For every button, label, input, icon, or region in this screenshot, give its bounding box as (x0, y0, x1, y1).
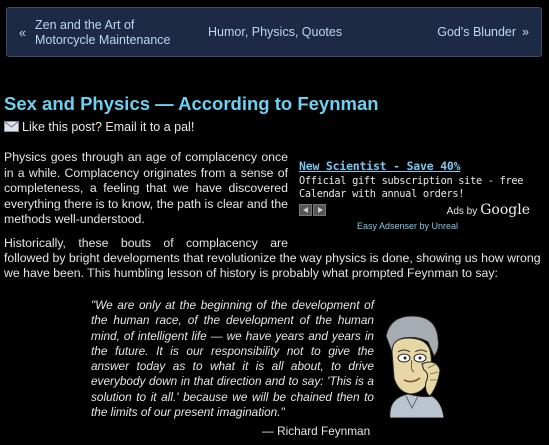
next-post-title: God's Blunder (437, 25, 517, 39)
previous-post-title-line1: Zen and the Art of (35, 18, 135, 32)
google-logo: Google (480, 202, 530, 218)
email-link-label: Like this post? Email it to a pal! (22, 120, 195, 134)
previous-post-title-line2: Motorcycle Maintenance (35, 33, 171, 47)
next-post-link[interactable]: God's Blunder » (437, 25, 529, 39)
prev-arrow-icon: « (19, 26, 26, 40)
history-paragraph-line1: Historically, these bouts of complacency… (4, 236, 288, 250)
adsense-plugin-credit[interactable]: Easy Adsenser by Unreal (357, 221, 458, 231)
feynman-portrait-icon (378, 312, 444, 418)
email-post-link[interactable]: Like this post? Email it to a pal! (4, 120, 194, 134)
history-paragraph-line3: we have been. This humbling lesson of hi… (4, 266, 498, 280)
arrow-right-icon[interactable] (313, 204, 326, 216)
quote-attribution: — Richard Feynman (262, 424, 371, 438)
ad-pagination (299, 203, 327, 221)
next-arrow-icon: » (522, 25, 529, 39)
envelope-icon (4, 121, 19, 132)
ad-title-link[interactable]: New Scientist - Save 40% (299, 159, 535, 173)
ads-by-label: Ads by (446, 206, 478, 217)
ads-by-google[interactable]: Ads by Google (447, 202, 530, 218)
history-paragraph-line2: followed by bright developments that rev… (4, 251, 541, 265)
feynman-quote: "We are only at the beginning of the dev… (91, 298, 374, 420)
post-navigation-bar: « Zen and the Art of Motorcycle Maintena… (6, 7, 542, 57)
arrow-left-icon[interactable] (299, 204, 312, 216)
ad-description: Official gift subscription site - free C… (299, 175, 524, 200)
post-title[interactable]: Sex and Physics — According to Feynman (4, 93, 379, 115)
text-ad-unit: New Scientist - Save 40% Official gift s… (299, 159, 535, 231)
intro-paragraph: Physics goes through an age of complacen… (4, 150, 288, 226)
category-links[interactable]: Humor, Physics, Quotes (208, 25, 342, 39)
